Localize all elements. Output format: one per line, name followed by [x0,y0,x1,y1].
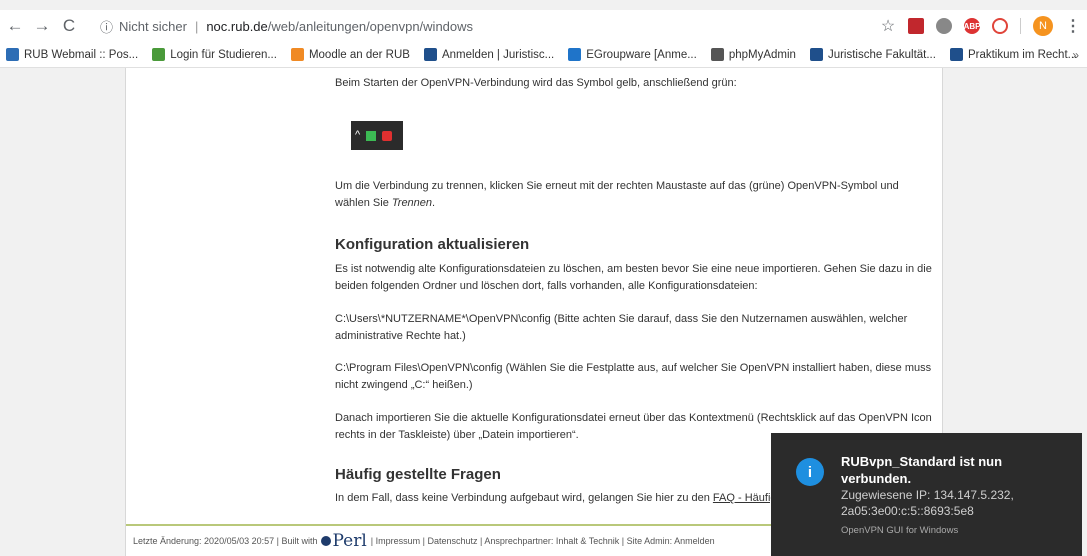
bookmark-item[interactable]: EGroupware [Anme... [568,48,697,61]
openvpn-green-icon [366,130,377,141]
toolbar-actions: ☆ ABP N ⋮ [880,16,1081,36]
url-path: /web/anleitungen/openvpn/windows [267,18,474,34]
bookmark-favicon-icon [710,48,724,61]
bookmark-item[interactable]: RUB Webmail :: Pos... [6,48,138,61]
browser-menu-button[interactable]: ⋮ [1065,16,1081,36]
forward-button[interactable]: → [30,14,54,38]
bookmark-star-icon[interactable]: ☆ [880,18,896,35]
bookmark-favicon-icon [949,48,963,61]
info-icon: i [796,458,824,486]
footer-links[interactable]: | Impressum | Datenschutz | Ansprechpart… [371,536,715,546]
bookmark-label: RUB Webmail :: Pos... [24,48,139,61]
back-button[interactable]: ← [3,14,27,38]
perl-logo[interactable]: Perl [321,531,367,551]
heading-faq: Häufig gestellte Fragen [335,466,501,483]
security-label: Nicht sicher [119,18,187,34]
url-host: noc.rub.de [206,18,268,34]
address-bar[interactable]: ⓘ Nicht sicher | noc.rub.de /web/anleitu… [100,14,910,38]
footer-last-changed: Letzte Änderung: 2020/05/03 20:57 | Buil… [133,536,318,546]
profile-avatar[interactable]: N [1033,16,1053,36]
bookmark-item[interactable]: Moodle an der RUB [290,48,410,61]
bookmark-favicon-icon [290,48,304,61]
tray-screenshot: ^ [351,121,403,150]
paragraph-disconnect-end: . [432,197,436,209]
info-icon[interactable]: ⓘ [100,17,113,36]
bookmark-favicon-icon [6,48,19,61]
bookmark-favicon-icon [152,48,166,61]
bookmark-favicon-icon [423,48,437,61]
bookmark-item[interactable]: Login für Studieren... [152,48,277,61]
extension-icon[interactable] [992,18,1008,34]
browser-toolbar: ← → C ⓘ Nicht sicher | noc.rub.de /web/a… [0,10,1087,42]
paragraph-faq-text: In dem Fall, dass keine Verbindung aufge… [335,492,713,504]
bookmark-label: Login für Studieren... [170,48,277,61]
bookmark-item[interactable]: phpMyAdmin [710,48,796,61]
omnibox-separator: | [194,18,199,34]
bookmarks-more-button[interactable]: » [1072,48,1079,62]
bookmark-label: Praktikum im Recht... [967,48,1078,61]
paragraph-path-users: C:\Users\*NUTZERNAME*\OpenVPN\config (Bi… [335,313,908,342]
bookmark-item[interactable]: Praktikum im Recht... [949,48,1078,61]
vpn-notification[interactable]: i RUBvpn_Standard ist nun verbunden. Zug… [771,433,1082,556]
perl-onion-icon [321,536,332,546]
openvpn-red-icon [382,130,393,141]
bookmark-item[interactable]: Juristische Fakultät... [809,48,936,61]
notification-title: RUBvpn_Standard ist nun verbunden. [841,454,1003,486]
paragraph-disconnect-em: Trennen [391,197,433,209]
reload-button[interactable]: C [57,14,81,38]
tray-caret-icon: ^ [355,129,361,141]
bookmark-item[interactable]: Anmelden | Juristisc... [423,48,555,61]
perl-logo-text: Perl [332,531,367,551]
paragraph-path-program-files: C:\Program Files\OpenVPN\config (Wählen … [335,362,932,391]
toolbar-divider [1020,18,1021,34]
paragraph-config: Es ist notwendig alte Konfigurationsdate… [335,263,932,292]
bookmarks-bar: RUB Webmail :: Pos... Login für Studieren… [0,42,1087,68]
notification-body: Zugewiesene IP: 134.147.5.232, 2a05:3e00… [841,488,1014,518]
adblock-extension-icon[interactable]: ABP [964,18,980,34]
notification-app-name: OpenVPN GUI for Windows [841,525,959,536]
paragraph-start: Beim Starten der OpenVPN-Verbindung wird… [335,77,737,89]
bookmark-label: Moodle an der RUB [308,48,410,61]
heading-config: Konfiguration aktualisieren [335,236,530,253]
bookmark-label: phpMyAdmin [728,48,796,61]
bookmark-label: EGroupware [Anme... [586,48,697,61]
paragraph-disconnect: Um die Verbindung zu trennen, klicken Si… [335,178,935,212]
bookmark-label: Juristische Fakultät... [827,48,936,61]
bookmark-favicon-icon [568,48,582,61]
bookmark-favicon-icon [809,48,823,61]
pdf-extension-icon[interactable] [908,18,924,34]
bookmark-label: Anmelden | Juristisc... [441,48,555,61]
extension-icon[interactable] [936,18,952,34]
